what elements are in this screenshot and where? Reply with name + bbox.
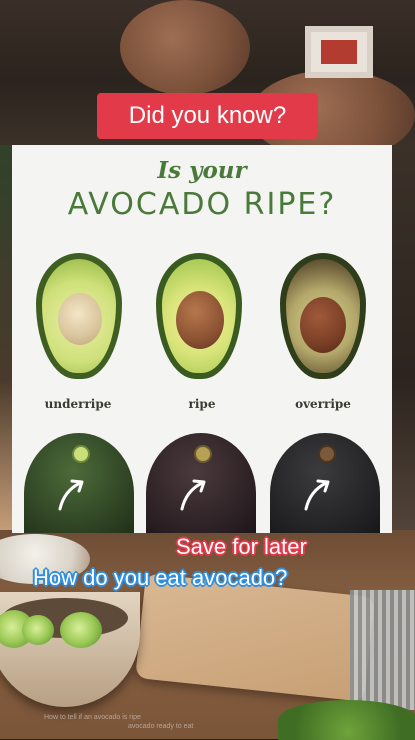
underripe-label: underripe bbox=[44, 397, 112, 411]
underripe-avocado-half bbox=[36, 253, 122, 379]
ripe-label: ripe bbox=[188, 397, 216, 411]
wall-picture-frame bbox=[305, 26, 373, 78]
lime-image bbox=[60, 612, 102, 648]
save-for-later-caption: Save for later bbox=[176, 534, 307, 559]
infographic-title-line-2: AVOCADO RIPE? bbox=[67, 187, 337, 222]
did-you-know-badge: Did you know? bbox=[97, 93, 318, 139]
kitchen-cloth-image bbox=[350, 590, 415, 710]
ripe-avocado-half bbox=[156, 253, 242, 379]
video-caption: How to tell if an avocado is ripe avocad… bbox=[44, 713, 344, 731]
overripe-avocado-whole bbox=[270, 433, 380, 533]
overripe-avocado-half bbox=[280, 253, 366, 379]
arrow-icon bbox=[180, 479, 206, 511]
ripe-avocado-whole bbox=[146, 433, 256, 533]
infographic-title-line-1: Is your bbox=[157, 157, 247, 184]
underripe-avocado-whole bbox=[24, 433, 134, 533]
lime-image bbox=[22, 615, 54, 645]
how-do-you-eat-caption: How do you eat avocado? bbox=[33, 565, 288, 590]
overripe-label: overripe bbox=[295, 397, 351, 411]
arrow-icon bbox=[58, 479, 84, 511]
background-left-strip bbox=[0, 145, 12, 535]
arrow-icon bbox=[304, 479, 330, 511]
video-caption-line-1: How to tell if an avocado is ripe bbox=[44, 714, 141, 721]
video-caption-line-2: avocado ready to eat bbox=[128, 723, 194, 730]
hand-image bbox=[120, 0, 250, 95]
background-right-strip bbox=[392, 145, 415, 535]
avocado-ripeness-infographic: Is your AVOCADO RIPE? underripe ripe ove… bbox=[12, 145, 392, 533]
